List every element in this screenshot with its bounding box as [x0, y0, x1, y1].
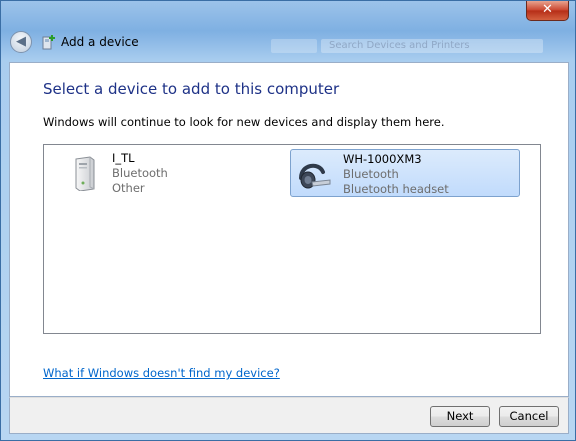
bluetooth-headset-icon [299, 163, 331, 189]
close-button[interactable]: ✕ [526, 1, 569, 21]
device-list[interactable]: I_TL Bluetooth Other WH-1000XM3 Bluetoot… [43, 144, 541, 334]
device-item-wh-1000xm3[interactable]: WH-1000XM3 Bluetooth Bluetooth headset [290, 149, 520, 197]
add-device-window: ✕ ◀ Add a device Search Devices and Prin… [0, 0, 576, 441]
instruction-text: Windows will continue to look for new de… [43, 115, 445, 129]
device-connection-type: Bluetooth [112, 166, 168, 180]
search-box: Search Devices and Printers [321, 39, 543, 53]
close-icon: ✕ [542, 2, 553, 17]
help-link[interactable]: What if Windows doesn't find my device? [43, 366, 280, 380]
device-name: WH-1000XM3 [343, 152, 422, 166]
device-category: Bluetooth headset [343, 182, 449, 196]
window-title: Add a device [61, 35, 139, 49]
address-bar-dropdown [271, 39, 317, 53]
page-title: Select a device to add to this computer [43, 80, 340, 98]
back-arrow-icon: ◀ [16, 34, 26, 49]
computer-tower-icon [75, 156, 95, 191]
add-device-icon [42, 35, 55, 50]
device-connection-type: Bluetooth [343, 167, 399, 181]
content-panel: Select a device to add to this computer … [9, 62, 569, 397]
device-item-i-tl[interactable]: I_TL Bluetooth Other [60, 149, 200, 197]
cancel-button[interactable]: Cancel [499, 406, 559, 427]
button-bar: Next Cancel [9, 397, 569, 434]
back-button[interactable]: ◀ [10, 31, 32, 53]
device-name: I_TL [112, 151, 135, 165]
device-category: Other [112, 181, 145, 195]
next-button[interactable]: Next [430, 406, 490, 427]
